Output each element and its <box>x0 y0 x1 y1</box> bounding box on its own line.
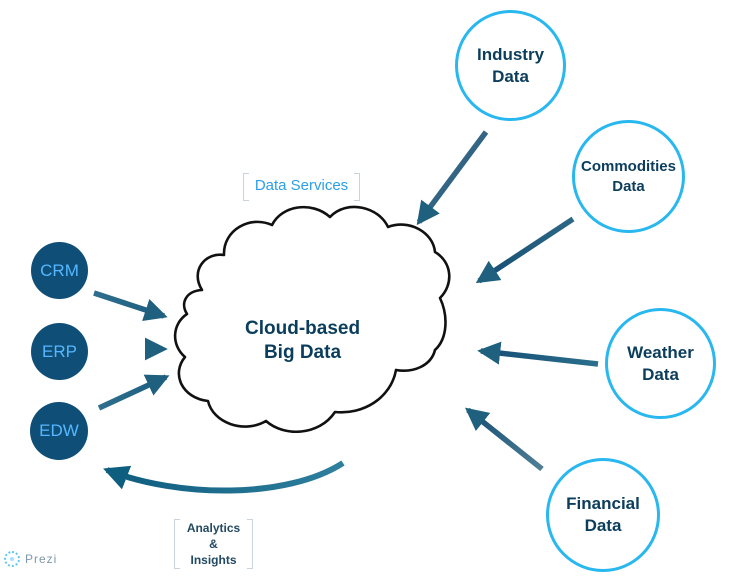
analytics-insights-label: Analytics & Insights <box>174 519 253 569</box>
diagram-canvas: Cloud-based Big Data Data Services CRM E… <box>0 0 741 580</box>
cloud-center-label: Cloud-based Big Data <box>245 317 360 365</box>
edw-arrow <box>97 374 170 411</box>
weather-data-label-line-2: Data <box>642 364 679 384</box>
commodities-data-arrow <box>475 216 575 284</box>
weather-data-node: Weather Data <box>605 308 716 419</box>
crm-label: CRM <box>40 260 79 280</box>
financial-data-label-line-1: Financial <box>566 494 640 514</box>
cloud-center-label-line-2: Big Data <box>263 341 342 363</box>
crm-node: CRM <box>31 242 88 299</box>
industry-data-arrow <box>416 130 489 226</box>
data-services-text: Data Services <box>254 177 349 194</box>
edw-label: EDW <box>39 421 79 440</box>
cloud-center-label-line-1: Cloud-based <box>245 318 361 339</box>
commodities-data-node: Commodities Data <box>572 120 685 233</box>
analytics-arrow <box>103 460 345 494</box>
industry-data-label-line-1: Industry <box>476 44 545 64</box>
weather-data-label-line-1: Weather <box>627 342 694 362</box>
edw-node: EDW <box>30 402 88 460</box>
crm-arrow <box>93 290 168 321</box>
data-services-label: Data Services <box>243 173 360 201</box>
erp-label: ERP <box>42 341 77 361</box>
erp-node: ERP <box>31 323 88 380</box>
analytics-label-line-1: Analytics <box>186 521 241 535</box>
analytics-label-line-3: Insights <box>190 553 237 568</box>
financial-data-node: Financial Data <box>546 458 660 572</box>
commodities-data-label-line-1: Commodities <box>580 158 676 176</box>
financial-data-label-line-2: Data <box>584 516 622 535</box>
prezi-brand-text: Prezi <box>25 552 58 566</box>
industry-data-node: Industry Data <box>455 10 566 121</box>
prezi-brand: Prezi <box>4 549 57 569</box>
financial-data-arrow <box>464 407 544 472</box>
commodities-data-label-line-2: Data <box>612 177 645 195</box>
analytics-label-line-2: & <box>209 537 218 552</box>
prezi-logo-icon <box>4 551 20 567</box>
industry-data-label-line-2: Data <box>492 66 529 86</box>
weather-data-arrow <box>477 341 599 367</box>
